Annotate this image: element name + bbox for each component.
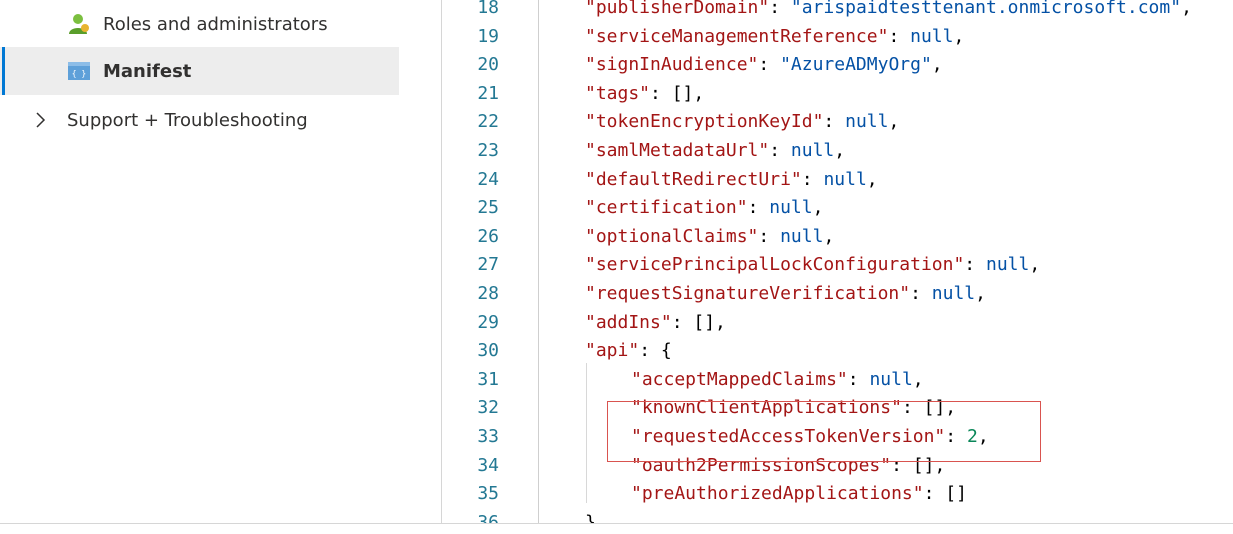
line-text: "servicePrincipalLockConfiguration": nul…: [585, 254, 1041, 276]
line-text: "samlMetadataUrl": null,: [585, 139, 846, 161]
line-text: }: [585, 511, 596, 523]
line-number: 29: [477, 311, 499, 333]
line-number: 27: [477, 254, 499, 276]
sidebar: Roles and administrators { } Manifest Su…: [0, 0, 441, 533]
line-text: "signInAudience": "AzureADMyOrg",: [585, 54, 943, 76]
editor-bottom-border: [0, 523, 1233, 534]
line-text: "requestSignatureVerification": null,: [585, 282, 986, 304]
manifest-code-editor[interactable]: 18 "publisherDomain": "arispaidtesttenant…: [441, 0, 1233, 523]
line-number: 36: [477, 511, 499, 523]
sidebar-item-label: Support + Troubleshooting: [67, 109, 308, 131]
line-text: "api": {: [585, 340, 672, 362]
line-number: 30: [477, 340, 499, 362]
line-text: "serviceManagementReference": null,: [585, 25, 965, 47]
sidebar-item-roles-and-administrators[interactable]: Roles and administrators: [0, 0, 399, 48]
indent-guide: [586, 363, 587, 503]
line-number: 18: [477, 0, 499, 18]
line-number: 32: [477, 397, 499, 419]
line-text: "acceptMappedClaims": null,: [631, 368, 924, 390]
line-text: "tokenEncryptionKeyId": null,: [585, 111, 900, 133]
line-text: "knownClientApplications": [],: [631, 397, 957, 419]
sidebar-item-support-troubleshooting[interactable]: Support + Troubleshooting: [0, 96, 399, 144]
gutter-divider: [538, 0, 539, 523]
manifest-icon: { }: [66, 58, 92, 84]
line-number: 21: [477, 82, 499, 104]
line-number: 26: [477, 225, 499, 247]
svg-text:{ }: { }: [72, 69, 86, 78]
line-text: "oauth2PermissionScopes": [],: [631, 454, 946, 476]
line-number: 19: [477, 25, 499, 47]
line-number: 31: [477, 368, 499, 390]
line-text: "requestedAccessTokenVersion": 2,: [631, 425, 989, 447]
line-text: "defaultRedirectUri": null,: [585, 168, 878, 190]
line-text: "optionalClaims": null,: [585, 225, 835, 247]
sidebar-item-label: Manifest: [103, 60, 192, 82]
sidebar-item-label: Roles and administrators: [103, 13, 328, 35]
line-number: 28: [477, 282, 499, 304]
line-text: "preAuthorizedApplications": []: [631, 483, 967, 505]
line-number: 23: [477, 139, 499, 161]
line-number: 20: [477, 54, 499, 76]
line-number: 25: [477, 197, 499, 219]
line-number: 22: [477, 111, 499, 133]
line-text: "tags": [],: [585, 82, 705, 104]
user-role-icon: [66, 11, 92, 37]
selected-indicator: [2, 47, 5, 95]
sidebar-item-manifest[interactable]: { } Manifest: [0, 47, 399, 95]
line-text: "publisherDomain": "arispaidtesttenant.o…: [585, 0, 1192, 18]
chevron-right-icon: [34, 110, 48, 130]
line-number: 35: [477, 483, 499, 505]
line-number: 33: [477, 425, 499, 447]
line-number: 34: [477, 454, 499, 476]
line-text: "certification": null,: [585, 197, 824, 219]
line-number: 24: [477, 168, 499, 190]
line-text: "addIns": [],: [585, 311, 726, 333]
